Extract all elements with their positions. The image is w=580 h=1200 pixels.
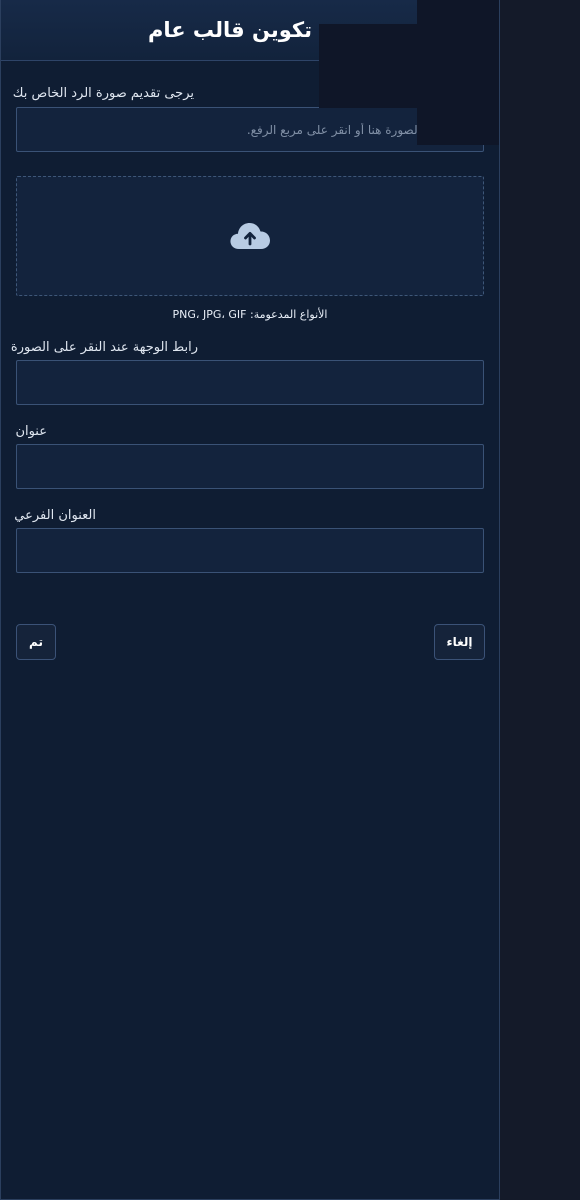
- form-body: يرجى تقديم صورة الرد الخاص بك الأنواع ال…: [1, 86, 499, 573]
- supported-types-note: الأنواع المدعومة: PNG، JPG، GIF: [172, 308, 328, 321]
- link-label: رابط الوجهة عند النقر على الصورة: [10, 340, 198, 355]
- obscured-region: [319, 24, 419, 108]
- upload-dropzone[interactable]: [16, 176, 484, 296]
- cancel-button[interactable]: إلغاء: [434, 624, 485, 660]
- image-label: يرجى تقديم صورة الرد الخاص بك: [12, 86, 194, 101]
- subtitle-label: العنوان الفرعي: [14, 508, 96, 523]
- title-input[interactable]: [16, 444, 484, 489]
- title-label: عنوان: [15, 424, 47, 439]
- image-url-input[interactable]: [16, 107, 484, 152]
- link-url-input[interactable]: [16, 360, 484, 405]
- cloud-upload-icon: [230, 223, 270, 249]
- page-title: تكوين قالب عام: [147, 18, 313, 42]
- subtitle-input[interactable]: [16, 528, 484, 573]
- template-config-panel: تكوين قالب عام يرجى تقديم صورة الرد الخا…: [0, 0, 500, 1200]
- obscured-region-edge: [417, 0, 499, 145]
- done-button[interactable]: تم: [16, 624, 56, 660]
